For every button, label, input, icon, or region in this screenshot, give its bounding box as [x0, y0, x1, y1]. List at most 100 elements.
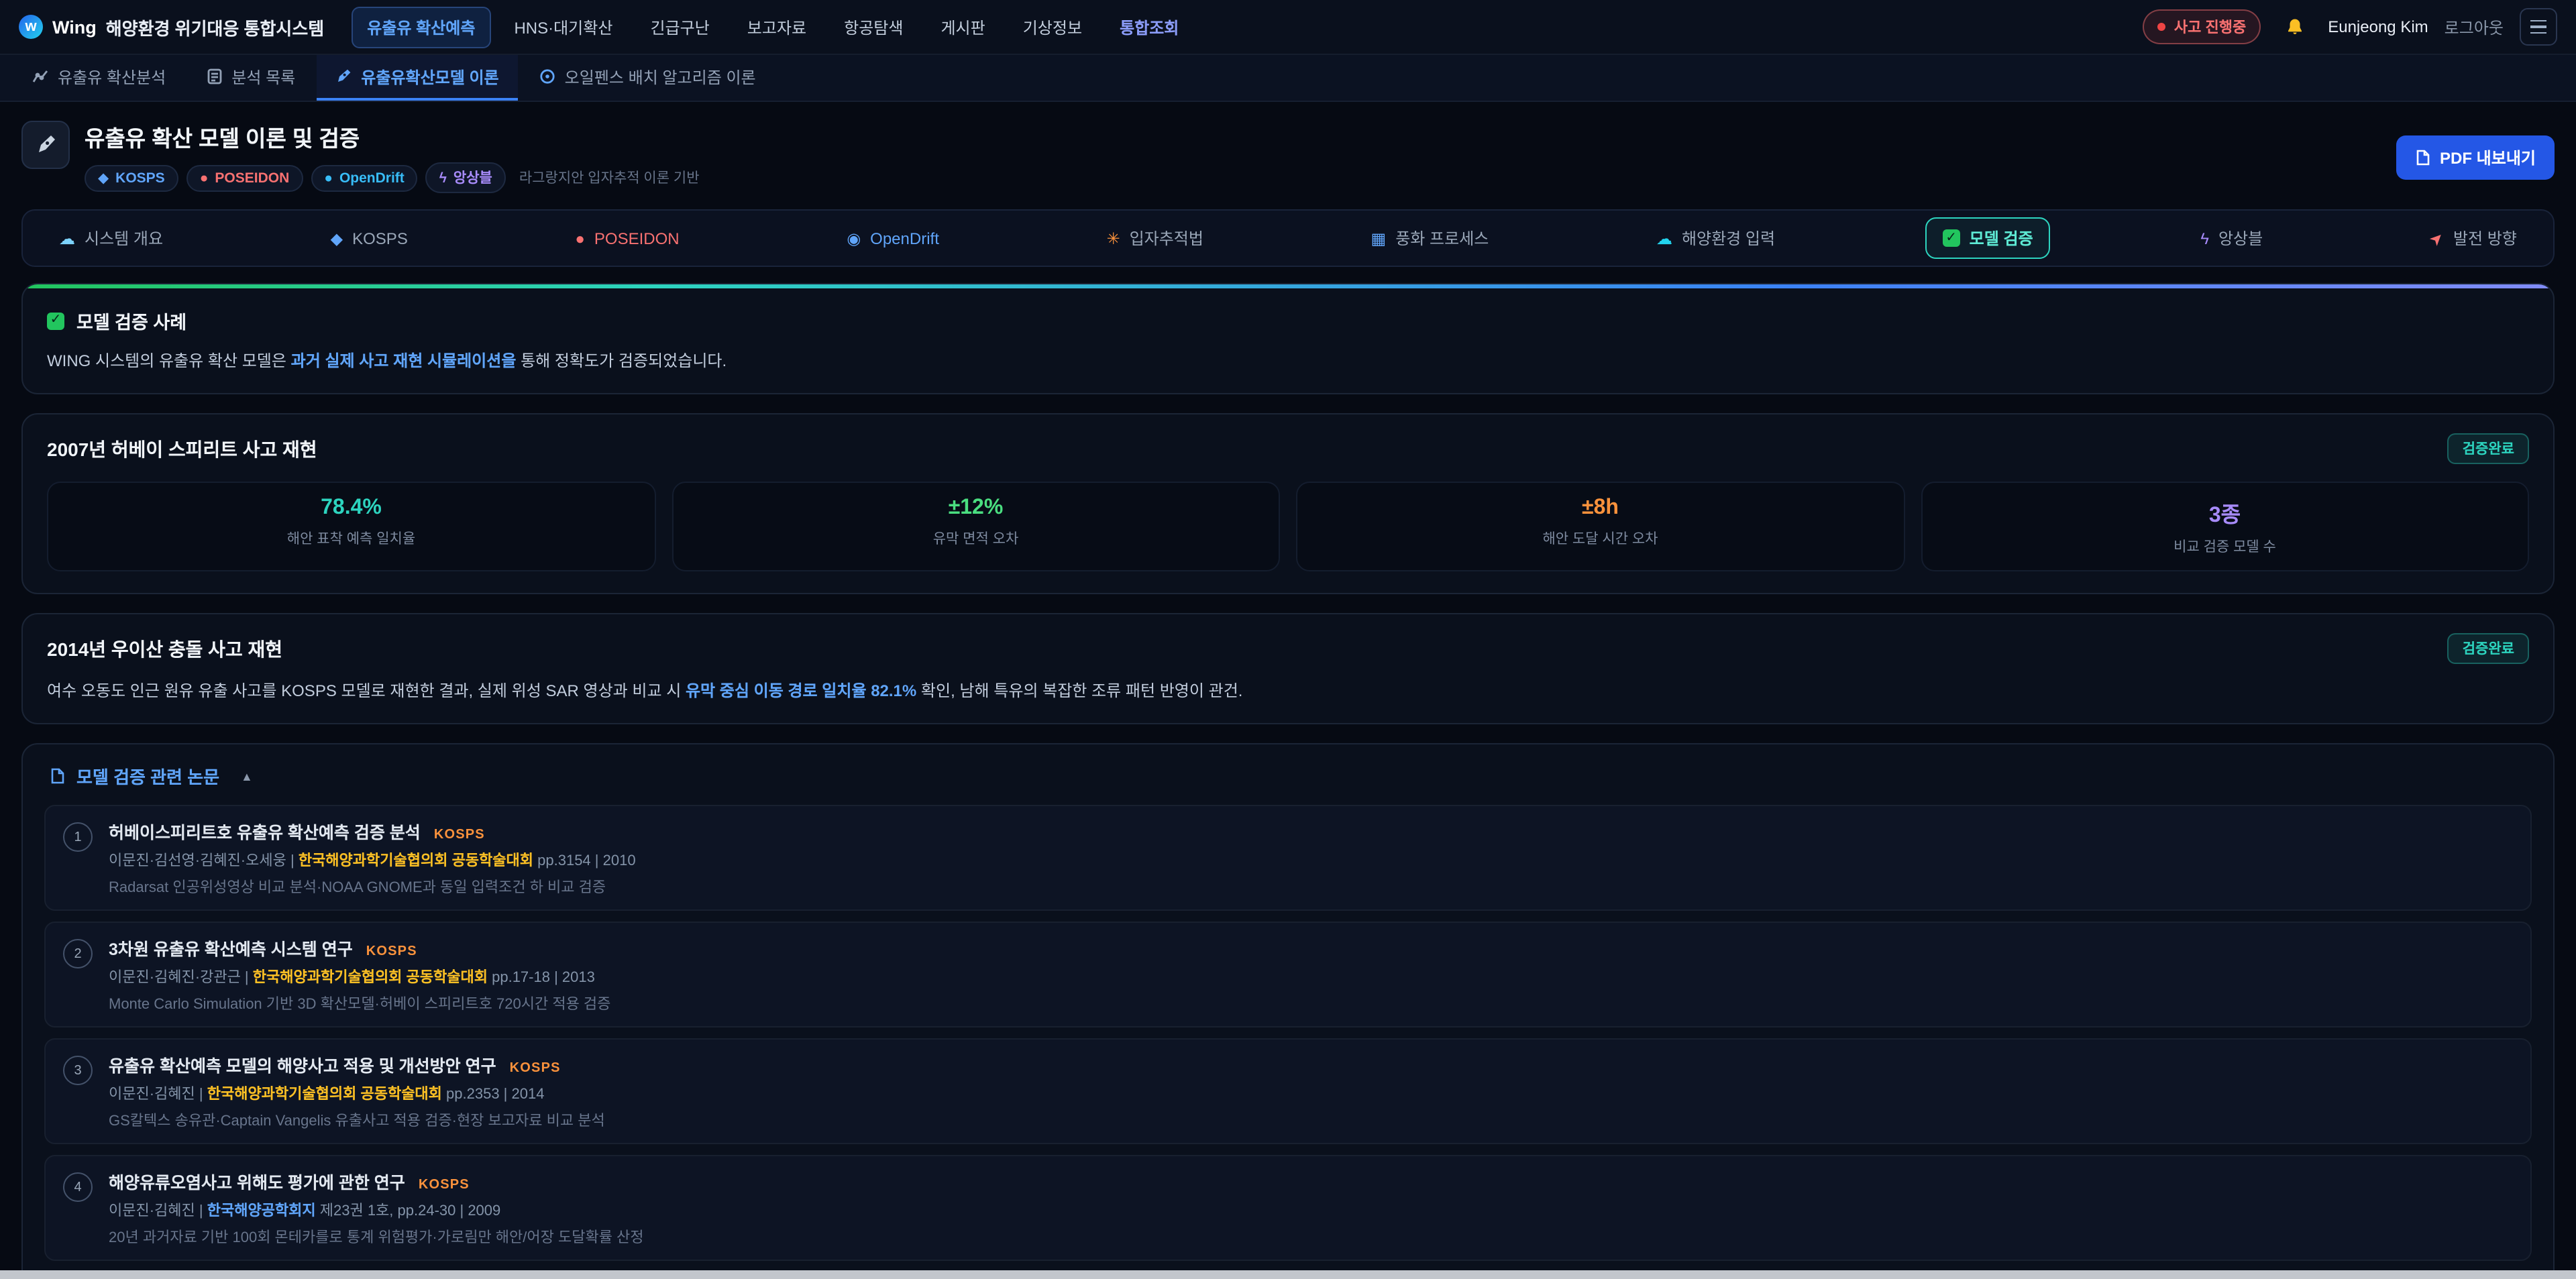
intro-link[interactable]: 과거 실제 사고 재현 시뮬레이션을	[291, 351, 517, 370]
badge-poseidon: ●POSEIDON	[186, 164, 303, 191]
papers-card: 모델 검증 관련 논문 ▲ 1 허베이스피리트호 유출유 확산예측 검증 분석K…	[21, 743, 2555, 1279]
nav-item-reports[interactable]: 보고자료	[733, 7, 821, 46]
bolt-icon: ϟ	[2200, 230, 2209, 246]
paper-model-tag: KOSPS	[510, 1061, 561, 1076]
target-icon: ◉	[847, 230, 861, 246]
section-marine-env-input[interactable]: ☁ 해양환경 입력	[1639, 217, 1792, 259]
incident-dot-icon	[2158, 23, 2166, 31]
paper-number: 2	[63, 939, 93, 968]
nav-item-weather-info[interactable]: 기상정보	[1008, 7, 1097, 46]
paper-row[interactable]: 4 해양유류오염사고 위해도 평가에 관한 연구KOSPS 이문진·김혜진 | …	[44, 1155, 2532, 1261]
papers-heading: 모델 검증 관련 논문	[76, 763, 219, 789]
section-model-validation[interactable]: ✓ 모델 검증	[1925, 217, 2051, 259]
section-ensemble[interactable]: ϟ 앙상블	[2183, 217, 2280, 259]
nav-item-integrated-search[interactable]: 통합조회	[1105, 7, 1193, 46]
badge-opendrift: ●OpenDrift	[311, 164, 418, 191]
page-header: 유출유 확산 모델 이론 및 검증 ◆KOSPS ●POSEIDON ●Open…	[21, 121, 2555, 193]
tab-analysis-list[interactable]: 분석 목록	[187, 55, 314, 101]
bolt-icon: ϟ	[439, 170, 447, 186]
paper-row[interactable]: 3 유출유 확산예측 모델의 해양사고 적용 및 개선방안 연구KOSPS 이문…	[44, 1038, 2532, 1144]
case1-stats: 78.4% 해안 표착 예측 일치율 ±12% 유막 면적 오차 ±8h 해안 …	[47, 482, 2529, 571]
section-kosps[interactable]: ◆ KOSPS	[313, 219, 425, 257]
app-logo-text: Wing	[52, 17, 97, 37]
nav-item-hns-air-diffusion[interactable]: HNS·대기확산	[499, 7, 627, 46]
main-content: 유출유 확산 모델 이론 및 검증 ◆KOSPS ●POSEIDON ●Open…	[0, 102, 2576, 1279]
section-particle-tracking[interactable]: ✳ 입자추적법	[1089, 217, 1221, 259]
particle-icon: ✳	[1106, 230, 1120, 246]
model-badges: ◆KOSPS ●POSEIDON ●OpenDrift ϟ앙상블 라그랑지안 입…	[85, 162, 700, 193]
notification-bell-icon[interactable]	[2277, 9, 2312, 44]
paper-meta: 이문진·김혜진 | 한국해양과학기술협의회 공동학술대회 pp.2353 | 2…	[109, 1082, 2513, 1104]
section-future-direction[interactable]: ➤ 발전 방향	[2413, 217, 2534, 259]
journal-link[interactable]: 한국해양과학기술협의회 공동학술대회	[253, 970, 488, 986]
paper-description: GS칼텍스 송유관·Captain Vangelis 유출사고 적용 검증·현장…	[109, 1109, 2513, 1131]
case1-title: 2007년 허베이 스피리트 사고 재현	[47, 435, 317, 462]
rocket-icon: ➤	[2426, 227, 2447, 248]
logout-button[interactable]: 로그아웃	[2445, 15, 2504, 38]
top-navbar: w Wing 해양환경 위기대응 통합시스템 유출유 확산예측 HNS·대기확산…	[0, 0, 2576, 55]
case-card-wu-yi-san: 2014년 우이산 충돌 사고 재현 검증완료 여수 오동도 인근 원유 유출 …	[21, 613, 2555, 724]
pen-icon	[335, 68, 352, 85]
pdf-export-button[interactable]: PDF 내보내기	[2396, 135, 2555, 179]
paper-model-tag: KOSPS	[366, 944, 417, 959]
paper-title: 허베이스피리트호 유출유 확산예측 검증 분석	[109, 818, 421, 844]
nav-item-aerial-search[interactable]: 항공탐색	[829, 7, 918, 46]
stat-slick-area-error: ±12% 유막 면적 오차	[672, 482, 1280, 571]
dot-icon: ●	[200, 170, 209, 186]
cloud-icon: ☁	[59, 230, 75, 246]
stat-arrival-time-error: ±8h 해안 도달 시간 오차	[1296, 482, 1904, 571]
diamond-icon: ◆	[331, 230, 343, 246]
chart-icon	[32, 68, 48, 85]
validation-intro-card: ✓ 모델 검증 사례 WING 시스템의 유출유 확산 모델은 과거 실제 사고…	[21, 283, 2555, 394]
bottom-edge-strip	[0, 1270, 2576, 1279]
paper-meta: 이문진·김선영·김혜진·오세웅 | 한국해양과학기술협의회 공동학술대회 pp.…	[109, 849, 2513, 871]
case2-highlight[interactable]: 유막 중심 이동 경로 일치율 82.1%	[686, 681, 916, 700]
document-icon	[50, 767, 66, 785]
user-name: Eunjeong Kim	[2328, 17, 2428, 36]
paper-number: 4	[63, 1172, 93, 1202]
section-system-overview[interactable]: ☁ 시스템 개요	[42, 217, 180, 259]
paper-title: 3차원 유출유 확산예측 시스템 연구	[109, 935, 353, 960]
section-weathering-process[interactable]: ▦ 풍화 프로세스	[1354, 217, 1507, 259]
check-icon: ✓	[47, 312, 64, 329]
validation-heading: 모델 검증 사례	[76, 307, 186, 334]
main-nav: 유출유 확산예측 HNS·대기확산 긴급구난 보고자료 항공탐색 게시판 기상정…	[351, 6, 1193, 48]
dot-icon: ●	[324, 170, 333, 186]
paper-number: 1	[63, 822, 93, 852]
paper-row[interactable]: 1 허베이스피리트호 유출유 확산예측 검증 분석KOSPS 이문진·김선영·김…	[44, 805, 2532, 911]
journal-link[interactable]: 한국해양공학회지	[207, 1203, 316, 1219]
check-icon: ✓	[1943, 229, 1960, 247]
badge-kosps: ◆KOSPS	[85, 164, 178, 191]
app-logo[interactable]: w Wing 해양환경 위기대응 통합시스템	[19, 14, 324, 40]
nav-item-board[interactable]: 게시판	[926, 7, 1000, 46]
incident-status-badge[interactable]: 사고 진행중	[2143, 9, 2261, 44]
section-opendrift[interactable]: ◉ OpenDrift	[829, 219, 957, 257]
paper-row[interactable]: 2 3차원 유출유 확산예측 시스템 연구 KOSPS 이문진·김혜진·강관근 |…	[44, 922, 2532, 1027]
validation-intro-text: WING 시스템의 유출유 확산 모델은 과거 실제 사고 재현 시뮬레이션을 …	[47, 349, 2529, 372]
paper-description: Monte Carlo Simulation 기반 3D 확산모델·허베이 스피…	[109, 993, 2513, 1014]
hamburger-menu-icon[interactable]	[2520, 8, 2557, 46]
tab-diffusion-model-theory[interactable]: 유출유확산모델 이론	[317, 55, 517, 101]
nav-item-oil-spill-prediction[interactable]: 유출유 확산예측	[351, 6, 491, 48]
verified-badge: 검증완료	[2448, 433, 2529, 464]
journal-link[interactable]: 한국해양과학기술협의회 공동학술대회	[299, 853, 533, 869]
app-root: w Wing 해양환경 위기대응 통합시스템 유출유 확산예측 HNS·대기확산…	[0, 0, 2576, 1279]
tab-oil-spill-analysis[interactable]: 유출유 확산분석	[13, 55, 184, 101]
paper-meta: 이문진·김혜진·강관근 | 한국해양과학기술협의회 공동학술대회 pp.17-1…	[109, 966, 2513, 987]
journal-link[interactable]: 한국해양과학기술협의회 공동학술대회	[207, 1087, 442, 1103]
collapse-triangle-icon[interactable]: ▲	[241, 769, 253, 783]
section-poseidon[interactable]: ● POSEIDON	[557, 219, 696, 257]
grid-icon: ▦	[1371, 230, 1387, 246]
case-card-hebei-spirit: 2007년 허베이 스피리트 사고 재현 검증완료 78.4% 해안 표착 예측…	[21, 413, 2555, 594]
case2-text: 여수 오동도 인근 원유 유출 사고를 KOSPS 모델로 재현한 결과, 실제…	[47, 679, 2529, 702]
app-title: 해양환경 위기대응 통합시스템	[106, 14, 324, 40]
badge-ensemble: ϟ앙상블	[426, 162, 506, 193]
nav-item-emergency-rescue[interactable]: 긴급구난	[635, 7, 724, 46]
tab-oil-fence-algorithm-theory[interactable]: 오일펜스 배치 알고리즘 이론	[521, 55, 775, 101]
paper-model-tag: KOSPS	[419, 1178, 470, 1192]
cloud-icon: ☁	[1656, 230, 1672, 246]
dot-icon: ●	[575, 230, 585, 246]
page-subtitle: 라그랑지안 입자추적 이론 기반	[519, 168, 700, 188]
page-title: 유출유 확산 모델 이론 및 검증	[85, 121, 700, 153]
wing-logo-icon: w	[19, 15, 43, 39]
